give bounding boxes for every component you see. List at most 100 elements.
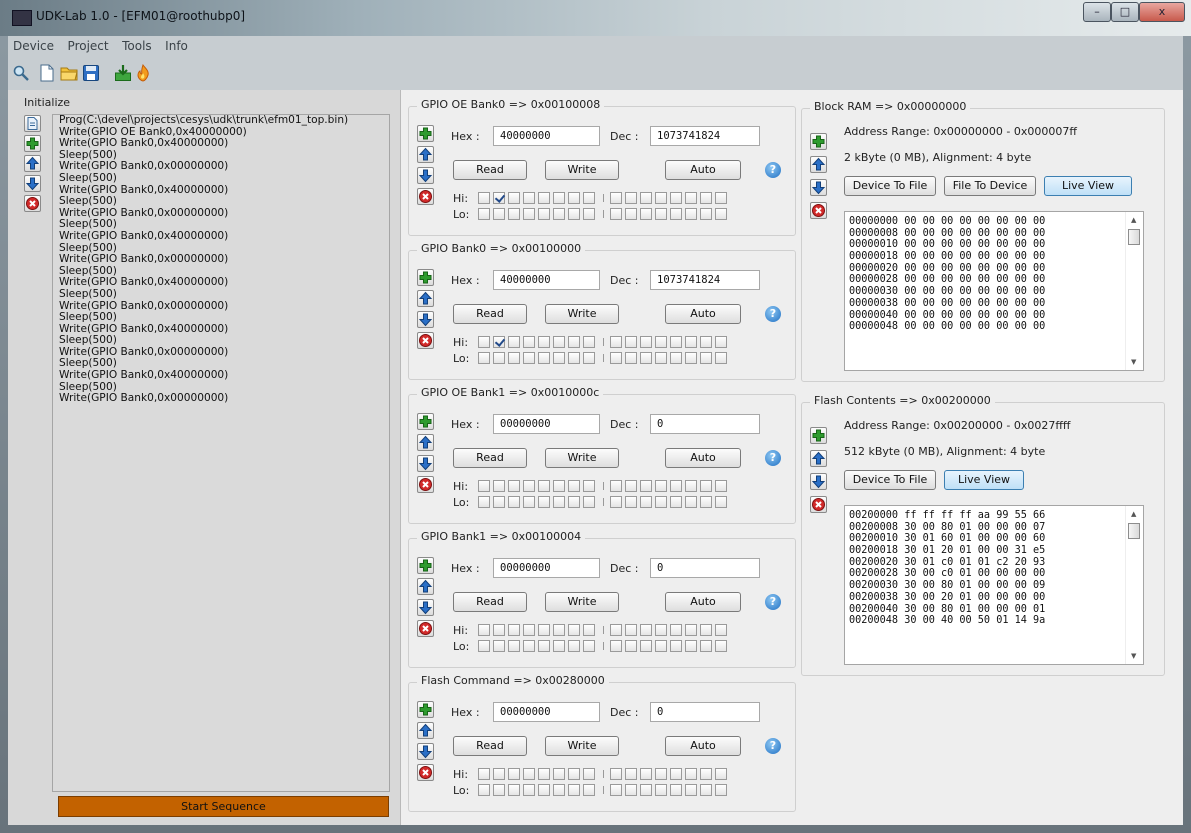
bit-checkbox[interactable] — [478, 208, 490, 220]
add-icon[interactable] — [417, 557, 434, 574]
auto-button[interactable]: Auto — [665, 592, 741, 612]
bit-checkbox[interactable] — [655, 768, 667, 780]
bit-checkbox[interactable] — [583, 208, 595, 220]
bit-checkbox[interactable] — [583, 352, 595, 364]
list-item[interactable]: Write(GPIO Bank0,0x00000000) — [53, 254, 389, 266]
auto-button[interactable]: Auto — [665, 160, 741, 180]
move-down-icon[interactable] — [417, 455, 434, 472]
hex-input[interactable]: 00000000 — [493, 414, 600, 434]
read-button[interactable]: Read — [453, 736, 527, 756]
bit-checkbox[interactable] — [538, 192, 550, 204]
bit-checkbox[interactable] — [508, 208, 520, 220]
move-down-icon[interactable] — [810, 473, 827, 490]
bit-checkbox[interactable] — [685, 784, 697, 796]
bit-checkbox[interactable] — [493, 192, 505, 204]
bit-checkbox[interactable] — [583, 192, 595, 204]
add-icon[interactable] — [417, 701, 434, 718]
scroll-up-icon[interactable]: ▲ — [1131, 216, 1136, 224]
bit-checkbox[interactable] — [508, 496, 520, 508]
bit-checkbox[interactable] — [670, 496, 682, 508]
save-icon[interactable] — [82, 64, 100, 82]
bit-checkbox[interactable] — [685, 480, 697, 492]
bit-checkbox[interactable] — [553, 208, 565, 220]
dec-input[interactable]: 0 — [650, 558, 760, 578]
auto-button[interactable]: Auto — [665, 736, 741, 756]
list-item[interactable]: Sleep(500) — [53, 196, 389, 208]
bit-checkbox[interactable] — [568, 208, 580, 220]
bit-checkbox[interactable] — [508, 768, 520, 780]
hex-input[interactable]: 40000000 — [493, 270, 600, 290]
device-to-file-button[interactable]: Device To File — [844, 176, 936, 196]
bit-checkbox[interactable] — [640, 480, 652, 492]
bit-checkbox[interactable] — [493, 784, 505, 796]
bit-checkbox[interactable] — [655, 208, 667, 220]
add-icon[interactable] — [810, 133, 827, 150]
bit-checkbox[interactable] — [625, 336, 637, 348]
bit-checkbox[interactable] — [553, 352, 565, 364]
bit-checkbox[interactable] — [640, 640, 652, 652]
bit-checkbox[interactable] — [568, 768, 580, 780]
bit-checkbox[interactable] — [640, 624, 652, 636]
bit-checkbox[interactable] — [610, 208, 622, 220]
menu-tools[interactable]: Tools — [117, 36, 157, 53]
bit-checkbox[interactable] — [685, 352, 697, 364]
bit-checkbox[interactable] — [685, 496, 697, 508]
move-up-icon[interactable] — [24, 155, 41, 172]
remove-icon[interactable] — [417, 188, 434, 205]
scroll-down-icon[interactable]: ▼ — [1131, 652, 1136, 660]
remove-icon[interactable] — [810, 496, 827, 513]
bit-checkbox[interactable] — [553, 624, 565, 636]
bit-checkbox[interactable] — [538, 640, 550, 652]
download-icon[interactable] — [114, 64, 132, 82]
bit-checkbox[interactable] — [553, 192, 565, 204]
bit-checkbox[interactable] — [568, 624, 580, 636]
bit-checkbox[interactable] — [523, 192, 535, 204]
bit-checkbox[interactable] — [538, 336, 550, 348]
move-up-icon[interactable] — [810, 156, 827, 173]
bit-checkbox[interactable] — [715, 336, 727, 348]
menu-device[interactable]: Device — [8, 36, 59, 53]
bit-checkbox[interactable] — [685, 208, 697, 220]
bit-checkbox[interactable] — [568, 784, 580, 796]
bit-checkbox[interactable] — [568, 352, 580, 364]
add-icon[interactable] — [417, 413, 434, 430]
bit-checkbox[interactable] — [523, 336, 535, 348]
bit-checkbox[interactable] — [625, 640, 637, 652]
help-icon[interactable]: ? — [765, 594, 781, 610]
bit-checkbox[interactable] — [715, 192, 727, 204]
bit-checkbox[interactable] — [610, 352, 622, 364]
maximize-button[interactable]: □ — [1111, 2, 1139, 22]
bit-checkbox[interactable] — [553, 496, 565, 508]
bit-checkbox[interactable] — [700, 336, 712, 348]
bit-checkbox[interactable] — [568, 480, 580, 492]
bit-checkbox[interactable] — [508, 624, 520, 636]
bit-checkbox[interactable] — [553, 640, 565, 652]
bit-checkbox[interactable] — [553, 336, 565, 348]
bit-checkbox[interactable] — [508, 192, 520, 204]
bit-checkbox[interactable] — [610, 480, 622, 492]
bit-checkbox[interactable] — [508, 352, 520, 364]
bit-checkbox[interactable] — [715, 496, 727, 508]
bit-checkbox[interactable] — [508, 640, 520, 652]
bit-checkbox[interactable] — [523, 352, 535, 364]
hex-input[interactable]: 00000000 — [493, 702, 600, 722]
move-up-icon[interactable] — [417, 290, 434, 307]
bit-checkbox[interactable] — [670, 352, 682, 364]
bit-checkbox[interactable] — [670, 768, 682, 780]
remove-icon[interactable] — [417, 764, 434, 781]
bit-checkbox[interactable] — [493, 352, 505, 364]
list-item[interactable]: Sleep(500) — [53, 172, 389, 185]
remove-icon[interactable] — [417, 476, 434, 493]
bit-checkbox[interactable] — [625, 352, 637, 364]
bit-checkbox[interactable] — [625, 208, 637, 220]
bit-checkbox[interactable] — [625, 768, 637, 780]
bit-checkbox[interactable] — [553, 784, 565, 796]
list-item[interactable]: Prog(C:\devel\projects\cesys\udk\trunk\e… — [53, 115, 389, 127]
help-icon[interactable]: ? — [765, 450, 781, 466]
bit-checkbox[interactable] — [568, 336, 580, 348]
bit-checkbox[interactable] — [715, 640, 727, 652]
remove-icon[interactable] — [417, 620, 434, 637]
device-to-file-button[interactable]: Device To File — [844, 470, 936, 490]
scrollbar[interactable]: ▲ ▼ — [1125, 212, 1143, 370]
bit-checkbox[interactable] — [553, 768, 565, 780]
